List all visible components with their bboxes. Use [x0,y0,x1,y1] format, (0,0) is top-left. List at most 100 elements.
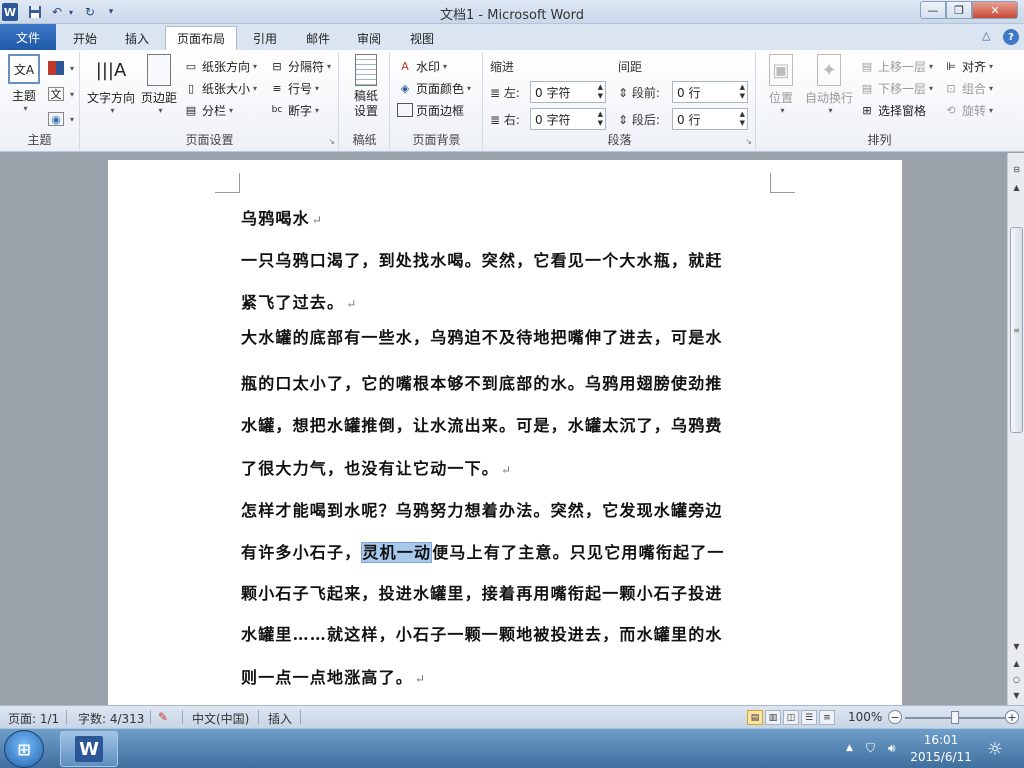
zoom-out-icon[interactable]: − [888,710,902,724]
align-button[interactable]: ⊫ 对齐 ▾ [943,56,993,76]
browse-object-icon[interactable]: ○ [1009,671,1024,687]
word-count[interactable]: 字数: 4/313 [78,710,144,727]
group-page-background: A 水印 ▾ ◈ 页面颜色 ▾ 页面边框 页面背景 [391,52,483,150]
spinner-arrows-icon[interactable]: ▲ ▼ [740,110,745,128]
text-direction-button[interactable]: |||A 文字方向 ▾ [85,54,137,116]
indent-left-input[interactable]: 0 字符 ▲ ▼ [530,81,606,103]
line-numbers-button[interactable]: ≡ 行号 ▾ [269,78,319,98]
indent-left-icon: ≣ [490,86,501,100]
clock-date: 2015/6/11 [910,750,972,764]
zoom-level[interactable]: 100% [848,710,882,724]
ribbon-tabs: 文件 开始 插入 页面布局 引用 邮件 审阅 视图 △ ? [0,24,1024,50]
ribbon: 文A 主题 ▾ ▾ 文 ▾ ◉ ▾ 主题 |||A 文字方向 ▾ 页边距 ▾ ▭ 纸张… [0,50,1024,152]
theme-colors-button[interactable]: ▾ [48,58,74,78]
tab-insert[interactable]: 插入 [112,26,162,50]
start-button[interactable]: ⊞ [4,730,44,768]
draft-view-icon[interactable]: ≡ [819,710,835,725]
next-page-icon[interactable]: ▼ [1009,687,1024,703]
scroll-up-icon[interactable]: ▲ [1009,179,1024,195]
spacing-before-label: ⇕ 段前: [618,86,660,100]
minimize-button[interactable]: — [920,1,946,19]
spinner-arrows-icon[interactable]: ▲ ▼ [740,83,745,101]
web-layout-icon[interactable]: ◫ [783,710,799,725]
spinner-arrows-icon[interactable]: ▲ ▼ [598,110,603,128]
tab-page-layout[interactable]: 页面布局 [165,26,237,50]
margins-button[interactable]: 页边距 ▾ [139,54,179,115]
scroll-down-icon[interactable]: ▼ [1009,638,1024,654]
rotate-icon: ⟲ [946,103,956,117]
security-shield-icon[interactable]: ⛉ [866,741,875,756]
group-label-draft: 稿纸 [352,133,377,147]
spacing-after-input[interactable]: 0 行 ▲ ▼ [672,108,748,130]
tab-review[interactable]: 审阅 [344,26,394,50]
themes-button[interactable]: 文A 主题 ▾ [4,54,44,113]
collapse-ribbon-icon[interactable]: △ [982,29,990,42]
proofing-icon[interactable]: ✎ [158,710,168,724]
theme-effects-button[interactable]: ◉ ▾ [48,109,74,129]
previous-page-icon[interactable]: ▲ [1009,655,1024,671]
paragraph-launcher-icon[interactable]: ↘ [745,137,752,146]
print-layout-view-icon[interactable]: ▤ [747,710,763,725]
tab-file[interactable]: 文件 [0,24,56,50]
group-label-page-background: 页面背景 [412,133,461,147]
tab-home[interactable]: 开始 [60,26,110,50]
vertical-scrollbar[interactable]: ⊟ ▲ ≡ ▼ ▲ ○ ▼ [1007,153,1024,705]
selected-text[interactable]: 灵机一动 [361,542,433,563]
columns-button[interactable]: ▤ 分栏 ▾ [183,100,233,120]
taskbar-word-button[interactable]: W [60,731,118,767]
send-backward-button[interactable]: ▤ 下移一层 ▾ [859,78,933,98]
windows-taskbar: ⊞ W ▲ ⛉ 🔊︎ 16:01 2015/6/11 ☼ [0,728,1024,768]
rotate-button[interactable]: ⟲ 旋转 ▾ [943,100,993,120]
hyphenation-button[interactable]: bc 断字 ▾ [269,100,319,120]
breaks-button[interactable]: ⊟ 分隔符 ▾ [269,56,331,76]
indent-title: 缩进 [490,60,515,74]
page-setup-launcher-icon[interactable]: ↘ [328,137,335,146]
draft-paper-icon [355,54,377,86]
draft-setup-button[interactable]: 稿纸 设置 [346,54,386,119]
wrap-text-icon: ✦ [817,54,841,86]
position-button[interactable]: ▣ 位置 ▾ [763,54,799,115]
zoom-in-icon[interactable]: + [1005,710,1019,724]
tab-view[interactable]: 视图 [397,26,447,50]
help-icon[interactable]: ? [1003,29,1019,45]
tab-mailings[interactable]: 邮件 [293,26,343,50]
zoom-slider-thumb[interactable] [951,711,959,724]
size-button[interactable]: ▯ 纸张大小 ▾ [183,78,257,98]
indent-right-label: ≣ 右: [490,113,520,127]
hyphenation-icon: bc [271,105,283,115]
group-label-themes: 主题 [27,133,52,147]
insert-mode[interactable]: 插入 [268,710,292,727]
tray-expand-icon[interactable]: ▲ [846,743,853,753]
scroll-thumb[interactable]: ≡ [1010,227,1023,433]
volume-icon[interactable]: 🔊︎ [888,741,896,756]
document-page[interactable]: 乌鸦喝水 ↵ 一只乌鸦口渴了，到处找水喝。突然，它看见一个大水瓶，就赶 紧飞了过去… [108,160,902,705]
group-themes: 文A 主题 ▾ ▾ 文 ▾ ◉ ▾ 主题 [0,52,80,150]
ruler-toggle-icon[interactable]: ⊟ [1009,161,1024,177]
bring-forward-button[interactable]: ▤ 上移一层 ▾ [859,56,933,76]
tab-references[interactable]: 引用 [240,26,290,50]
page-borders-button[interactable]: 页面边框 [397,100,464,120]
orientation-button[interactable]: ▭ 纸张方向 ▾ [183,56,257,76]
watermark-button[interactable]: A 水印 ▾ [397,56,447,76]
wrap-text-button[interactable]: ✦ 自动换行 ▾ [803,54,855,115]
spacing-before-input[interactable]: 0 行 ▲ ▼ [672,81,748,103]
outline-view-icon[interactable]: ☰ [801,710,817,725]
spacing-after-icon: ⇕ [618,113,629,127]
indent-right-input[interactable]: 0 字符 ▲ ▼ [530,108,606,130]
language-indicator[interactable]: 中文(中国) [192,710,249,727]
maximize-button[interactable]: ❐ [946,1,972,19]
close-button[interactable]: ✕ [972,1,1018,19]
group-button[interactable]: ⊡ 组合 ▾ [943,78,993,98]
page-count[interactable]: 页面: 1/1 [8,710,59,727]
full-screen-reading-icon[interactable]: ▥ [765,710,781,725]
selection-pane-button[interactable]: ⊞ 选择窗格 [859,100,926,120]
spinner-arrows-icon[interactable]: ▲ ▼ [598,83,603,101]
title-bar: W ↶ ▾ ↻ ▾ 文档1 - Microsoft Word — ❐ ✕ [0,0,1024,24]
system-clock[interactable]: 16:01 2015/6/11 [906,732,976,766]
theme-fonts-button[interactable]: 文 ▾ [48,84,74,104]
page-color-button[interactable]: ◈ 页面颜色 ▾ [397,78,471,98]
weather-gadget-icon[interactable]: ☼ [980,735,1010,763]
theme-effects-icon: ◉ [48,112,64,126]
theme-fonts-icon: 文 [48,87,64,101]
group-label-arrange: 排列 [867,133,892,147]
